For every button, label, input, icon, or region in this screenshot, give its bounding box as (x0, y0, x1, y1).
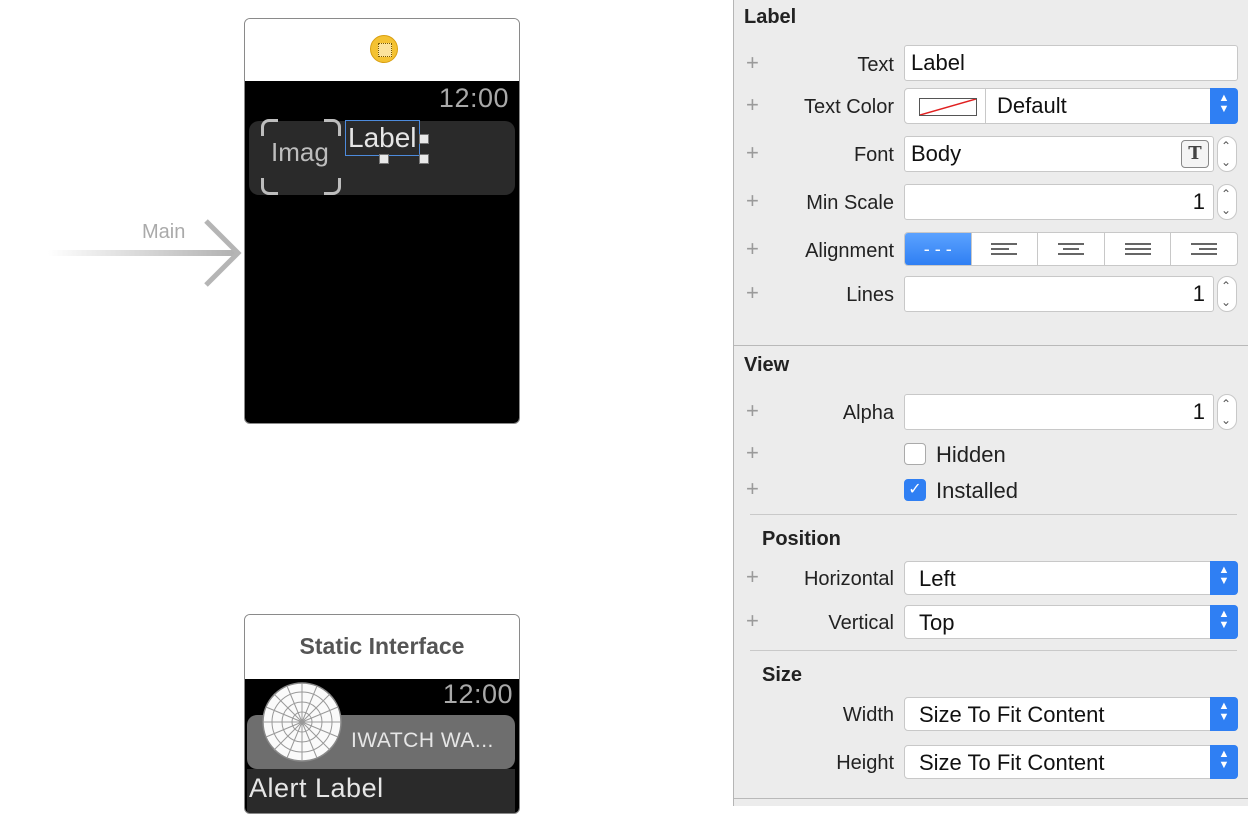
section-divider (734, 798, 1248, 799)
alignment-segmented-control[interactable]: - - - (904, 232, 1238, 266)
alert-body: Alert Label (247, 769, 515, 813)
add-variation-plus-icon[interactable]: + (746, 52, 759, 74)
min-scale-row-label: Min Scale (806, 192, 894, 214)
font-row-label: Font (853, 144, 894, 166)
section-divider (734, 345, 1248, 346)
alpha-field[interactable]: 1 (904, 394, 1214, 430)
font-field[interactable]: Body T (904, 136, 1214, 172)
installed-checkbox[interactable]: ✓ (904, 479, 926, 501)
text-row-label: Text (857, 54, 894, 76)
hidden-checkbox-label: Hidden (936, 442, 1006, 467)
height-value: Size To Fit Content (919, 750, 1105, 775)
group-container[interactable]: Imag Label (249, 119, 515, 195)
add-variation-plus-icon[interactable]: + (746, 610, 759, 632)
text-field[interactable]: Label (904, 45, 1238, 81)
lines-stepper[interactable]: ⌃ ⌄ (1217, 276, 1237, 312)
scene-header: Static Interface (245, 615, 519, 680)
add-variation-plus-icon[interactable]: + (746, 442, 759, 464)
selected-label-element[interactable]: Label (345, 120, 429, 164)
min-scale-field[interactable]: 1 (904, 184, 1214, 220)
add-variation-plus-icon[interactable]: + (746, 190, 759, 212)
text-color-row-label: Text Color (803, 96, 894, 118)
interface-controller-icon[interactable] (370, 35, 398, 63)
align-natural-icon[interactable]: - - - (905, 233, 972, 265)
min-scale-stepper[interactable]: ⌃ ⌄ (1217, 184, 1237, 220)
popup-arrows-icon: ▲ ▼ (1210, 605, 1238, 639)
section-divider (750, 514, 1237, 515)
add-variation-plus-icon[interactable]: + (746, 400, 759, 422)
font-picker-icon[interactable]: T (1181, 140, 1209, 168)
lines-row-label: Lines (846, 284, 894, 306)
scene-header (245, 19, 519, 82)
lines-field[interactable]: 1 (904, 276, 1214, 312)
align-right-icon[interactable] (1171, 233, 1237, 265)
lines-value: 1 (1192, 281, 1205, 306)
align-left-icon[interactable] (972, 233, 1039, 265)
attributes-inspector: Label + Text Label + Text Color Default … (733, 0, 1248, 806)
vertical-value: Top (919, 610, 955, 635)
text-color-value: Default (997, 93, 1067, 118)
align-center-icon[interactable] (1038, 233, 1105, 265)
alignment-row-label: Alignment (805, 240, 894, 262)
alpha-stepper[interactable]: ⌃ ⌄ (1217, 394, 1237, 430)
watch-screen: 12:00 IWATCH WA... Alert Label (245, 679, 519, 813)
resize-handle[interactable] (379, 154, 389, 164)
selected-label-text: Label (345, 120, 420, 156)
alpha-row-label: Alpha (842, 402, 894, 424)
static-interface-scene[interactable]: Static Interface 12:00 IWATCH WA... Aler… (244, 614, 520, 814)
status-time: 12:00 (442, 679, 513, 709)
resize-handle[interactable] (419, 154, 429, 164)
add-variation-plus-icon[interactable]: + (746, 282, 759, 304)
hidden-checkbox[interactable] (904, 443, 926, 465)
section-title-label: Label (744, 6, 797, 28)
text-field-value: Label (911, 50, 965, 75)
width-row-label: Width (842, 704, 894, 726)
popup-arrows-icon: ▲ ▼ (1210, 745, 1238, 779)
horizontal-value: Left (919, 566, 956, 591)
main-interface-scene[interactable]: 12:00 Imag Label (244, 18, 520, 424)
section-title-view: View (744, 354, 790, 376)
storyboard-canvas: Main 12:00 Imag Label Static Interface 1… (0, 0, 733, 814)
status-time: 12:00 (438, 83, 509, 113)
scene-title: Static Interface (299, 633, 465, 659)
entry-point-arrow[interactable]: Main (48, 215, 248, 290)
image-placeholder[interactable]: Imag (261, 119, 341, 195)
resize-handle[interactable] (419, 134, 429, 144)
font-size-stepper[interactable]: ⌃ ⌄ (1217, 136, 1237, 172)
section-title-size: Size (762, 664, 803, 686)
color-swatch-none-icon (919, 98, 977, 116)
image-placeholder-text: Imag (271, 137, 329, 167)
vertical-row-label: Vertical (828, 612, 894, 634)
height-row-label: Height (836, 752, 894, 774)
add-variation-plus-icon[interactable]: + (746, 238, 759, 260)
min-scale-value: 1 (1192, 189, 1205, 214)
vertical-popup[interactable]: Top ▲ ▼ (904, 605, 1238, 639)
section-title-position: Position (762, 528, 841, 550)
width-popup[interactable]: Size To Fit Content ▲ ▼ (904, 697, 1238, 731)
text-color-popup[interactable]: Default ▲ ▼ (904, 88, 1238, 124)
add-variation-plus-icon[interactable]: + (746, 142, 759, 164)
section-divider (750, 650, 1237, 651)
notification-app-name: IWATCH WA... (351, 729, 494, 752)
alpha-value: 1 (1192, 399, 1205, 424)
width-value: Size To Fit Content (919, 702, 1105, 727)
add-variation-plus-icon[interactable]: + (746, 566, 759, 588)
add-variation-plus-icon[interactable]: + (746, 94, 759, 116)
add-variation-plus-icon[interactable]: + (746, 478, 759, 500)
alert-label: Alert Label (249, 773, 384, 803)
font-value: Body (911, 141, 962, 166)
popup-arrows-icon: ▲ ▼ (1210, 561, 1238, 595)
popup-arrows-icon: ▲ ▼ (1210, 697, 1238, 731)
installed-checkbox-label: Installed (936, 478, 1018, 503)
app-icon (262, 682, 342, 762)
horizontal-row-label: Horizontal (803, 568, 894, 590)
horizontal-popup[interactable]: Left ▲ ▼ (904, 561, 1238, 595)
height-popup[interactable]: Size To Fit Content ▲ ▼ (904, 745, 1238, 779)
watch-screen: 12:00 Imag Label (245, 81, 519, 423)
popup-arrows-icon: ▲ ▼ (1210, 88, 1238, 124)
align-justified-icon[interactable] (1105, 233, 1172, 265)
arrow-icon (48, 219, 242, 287)
